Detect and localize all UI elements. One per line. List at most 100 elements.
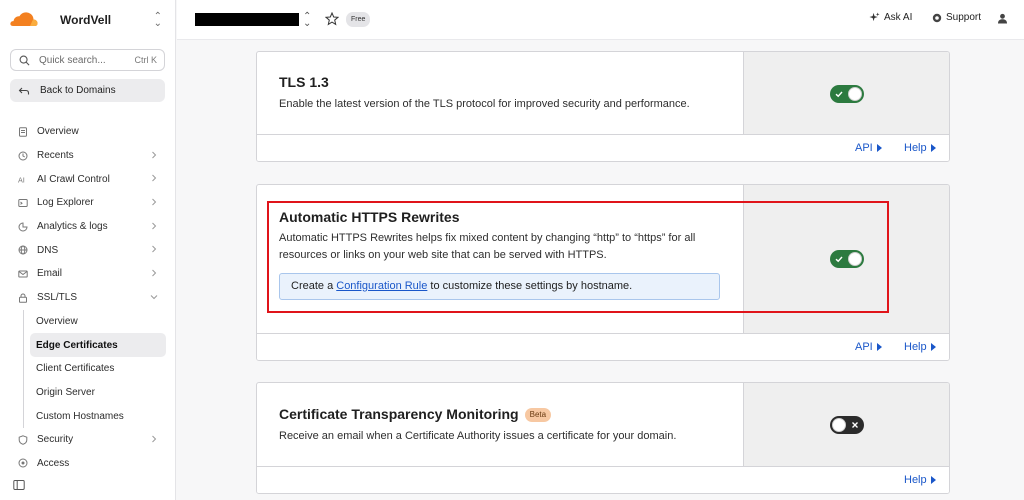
tls13-card-footer: API Help [257, 134, 949, 161]
search-placeholder: Quick search... [39, 54, 106, 66]
sidebar-item-recents[interactable]: Recents [0, 144, 176, 168]
email-icon [18, 270, 28, 278]
back-arrow-icon [18, 87, 30, 94]
user-icon[interactable] [997, 13, 1008, 24]
sidebar-item-ai-crawl-control[interactable]: AI AI Crawl Control [0, 167, 176, 191]
clock-icon [18, 151, 28, 161]
chevron-right-icon [152, 269, 157, 277]
https-rewrites-control-panel [743, 185, 949, 333]
back-to-domains-button[interactable]: Back to Domains [10, 79, 165, 102]
sidebar-item-ssl-tls[interactable]: SSL/TLS [0, 286, 176, 310]
tls13-description: Enable the latest version of the TLS pro… [279, 98, 690, 110]
sidebar-item-label: AI Crawl Control [37, 173, 110, 185]
chevron-right-icon [152, 175, 157, 182]
sidebar-subitem-custom-hostnames[interactable]: Custom Hostnames [30, 404, 166, 428]
x-icon [852, 422, 858, 428]
shield-icon [18, 435, 28, 445]
https-rewrites-card-body: Automatic HTTPS Rewrites Automatic HTTPS… [257, 185, 743, 333]
chevron-right-icon [152, 435, 157, 443]
sidebar-collapse-icon[interactable] [13, 479, 25, 491]
sidebar-subitem-label: Custom Hostnames [36, 410, 124, 422]
https-rewrites-card: Automatic HTTPS Rewrites Automatic HTTPS… [256, 184, 950, 361]
ct-monitoring-help-link[interactable]: Help [904, 474, 936, 486]
ct-monitoring-control-panel [743, 383, 949, 466]
sidebar-item-label: Analytics & logs [37, 221, 108, 233]
ct-monitoring-title: Certificate Transparency Monitoring Beta [279, 406, 552, 422]
search-icon [19, 55, 30, 65]
tls13-card-body: TLS 1.3 Enable the latest version of the… [257, 52, 743, 134]
toggle-knob [848, 87, 862, 101]
star-icon[interactable] [325, 12, 339, 26]
sidebar-item-dns[interactable]: DNS [0, 238, 176, 262]
ai-icon: AI [18, 177, 25, 185]
beta-badge: Beta [524, 408, 552, 422]
ask-ai-button[interactable]: Ask AI [869, 12, 912, 23]
toggle-knob [832, 418, 846, 432]
overview-icon [19, 127, 27, 137]
ct-monitoring-title-text: Certificate Transparency Monitoring [279, 406, 519, 422]
chevron-right-icon [152, 151, 157, 159]
https-rewrites-api-link[interactable]: API [855, 341, 882, 353]
sidebar-item-log-explorer[interactable]: Log Explorer [0, 191, 176, 215]
redacted-domain-name[interactable] [195, 13, 299, 26]
sidebar-item-analytics[interactable]: Analytics & logs [0, 215, 176, 239]
caret-right-icon [876, 144, 882, 152]
ssl-tls-subnav: Overview Edge Certificates Client Certif… [0, 309, 176, 429]
tls13-api-link[interactable]: API [855, 142, 882, 154]
cloudflare-logo-icon [10, 12, 38, 26]
sidebar-item-label: Log Explorer [37, 197, 94, 209]
plan-badge: Free [346, 12, 371, 27]
support-label: Support [946, 12, 982, 23]
account-switcher[interactable]: WordVell ⌃ ⌄ [0, 0, 176, 40]
tls13-toggle[interactable] [830, 85, 864, 103]
sidebar-item-label: Security [37, 434, 74, 446]
account-switch-chevron-icon[interactable]: ⌃ ⌄ [154, 12, 162, 29]
api-link-label: API [855, 142, 873, 154]
account-name: WordVell [60, 13, 112, 27]
ct-monitoring-toggle[interactable] [830, 416, 864, 434]
configuration-rule-notice: Create a Configuration Rule to customize… [279, 273, 720, 300]
configuration-rule-link[interactable]: Configuration Rule [336, 280, 427, 292]
dns-icon [18, 245, 28, 255]
https-rewrites-title: Automatic HTTPS Rewrites [279, 209, 460, 225]
sidebar-item-access[interactable]: Access [0, 452, 176, 476]
ct-monitoring-card: Certificate Transparency Monitoring Beta … [256, 382, 950, 494]
sidebar-item-security[interactable]: Security [0, 428, 176, 452]
chevron-down-icon [150, 294, 158, 300]
sidebar-item-label: Email [37, 268, 63, 280]
check-icon [835, 91, 843, 98]
sidebar-nav: Overview Recents AI AI Crawl Control Log… [0, 120, 176, 475]
https-rewrites-description: Automatic HTTPS Rewrites helps fix mixed… [279, 232, 696, 261]
sidebar-item-email[interactable]: Email [0, 262, 176, 286]
top-bar: ⌃ ⌄ Free Ask AI Support [177, 0, 1024, 40]
notice-prefix: Create a [291, 280, 337, 292]
https-rewrites-help-link[interactable]: Help [904, 341, 936, 353]
sidebar-item-overview[interactable]: Overview [0, 120, 176, 144]
sidebar-subitem-origin-server[interactable]: Origin Server [30, 381, 166, 405]
sidebar-subitem-label: Edge Certificates [36, 339, 118, 351]
quick-search-input[interactable]: Quick search... Ctrl K [10, 49, 165, 71]
support-button[interactable]: Support [932, 12, 981, 23]
api-link-label: API [855, 341, 873, 353]
sidebar-subitem-overview[interactable]: Overview [30, 310, 166, 334]
tls13-help-link[interactable]: Help [904, 142, 936, 154]
svg-text:AI: AI [18, 177, 25, 185]
support-icon [932, 13, 942, 22]
sidebar-subitem-client-certificates[interactable]: Client Certificates [30, 357, 166, 381]
notice-suffix: to customize these settings by hostname. [427, 280, 633, 292]
back-to-domains-label: Back to Domains [40, 85, 116, 96]
chevron-right-icon [152, 222, 157, 230]
sidebar-subitem-label: Overview [36, 315, 78, 327]
search-shortcut: Ctrl K [134, 55, 158, 65]
https-rewrites-toggle[interactable] [830, 250, 864, 268]
lock-icon [19, 293, 27, 303]
sidebar-subitem-edge-certificates[interactable]: Edge Certificates [30, 333, 166, 357]
domain-switch-chevron-icon[interactable]: ⌃ ⌄ [303, 12, 311, 29]
sidebar-item-label: SSL/TLS [37, 292, 78, 304]
toggle-knob [848, 252, 862, 266]
help-link-label: Help [904, 341, 927, 353]
ask-ai-label: Ask AI [884, 12, 913, 23]
caret-right-icon [930, 476, 936, 484]
https-rewrites-card-footer: API Help [257, 333, 949, 360]
sidebar-item-label: Overview [37, 126, 79, 138]
